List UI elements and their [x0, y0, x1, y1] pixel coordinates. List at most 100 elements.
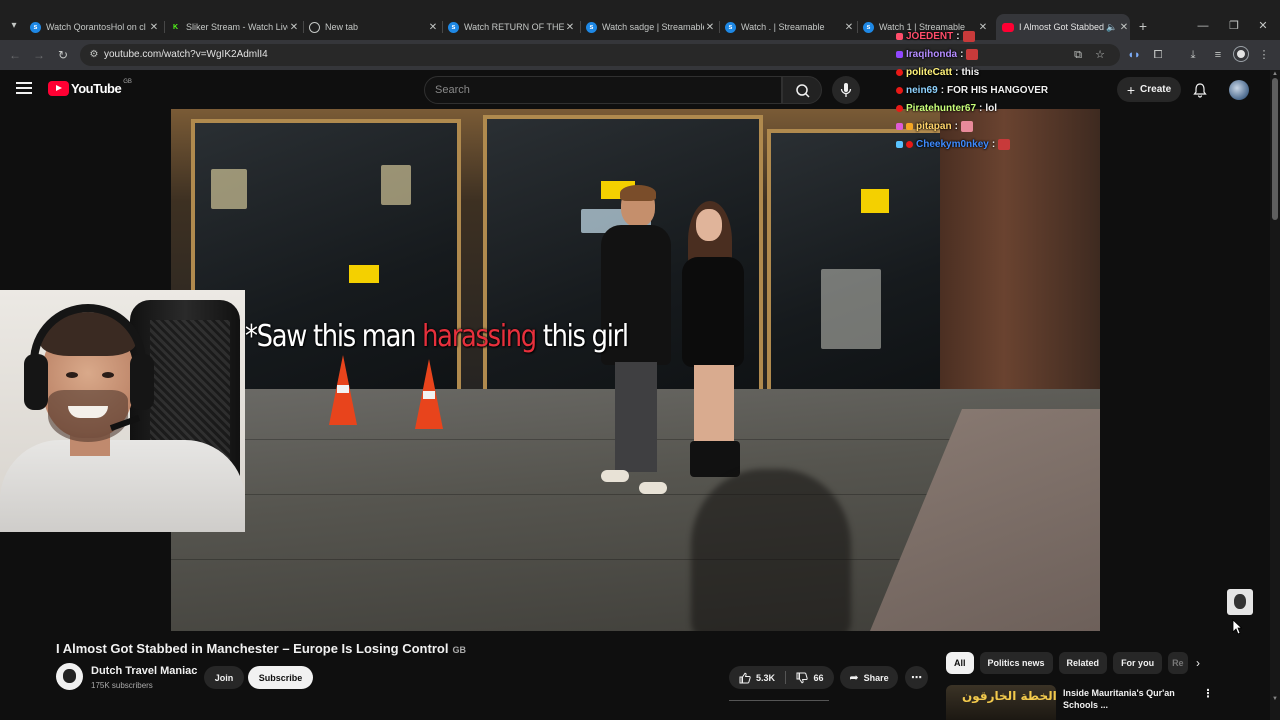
subscribe-button[interactable]: Subscribe [248, 666, 313, 689]
streamer-shirt [0, 440, 245, 532]
url-text[interactable]: youtube.com/watch?v=WgIK2AdmlI4 [104, 49, 268, 60]
create-button[interactable]: + Create [1117, 77, 1181, 102]
share-button[interactable]: ➦ Share [840, 666, 898, 689]
browser-profile-icon[interactable] [1234, 47, 1248, 61]
recommended-video-thumbnail[interactable]: الخطة الخارقون! [946, 685, 1056, 720]
chat-colon: : [979, 102, 983, 114]
caption-text: *Saw this man [245, 319, 423, 354]
thumbs-up-icon [739, 672, 751, 683]
streamer-webcam [0, 290, 245, 532]
chip-partial[interactable]: Re [1168, 652, 1189, 674]
like-button[interactable]: 5.3K [729, 666, 785, 689]
new-tab-button[interactable]: + [1136, 18, 1150, 34]
chat-username: pitapan [916, 120, 952, 132]
close-icon[interactable]: ✕ [704, 22, 716, 33]
floating-avatar-icon[interactable] [1227, 589, 1253, 615]
tab-search-chevron-icon[interactable]: ▾ [6, 18, 22, 34]
browser-tab[interactable]: s Watch RETURN OF THE G ✕ [446, 16, 576, 38]
recommended-video-title[interactable]: Inside Mauritania's Qur'an Schools ... [1063, 687, 1183, 711]
chat-username: Piratehunter67 [906, 102, 977, 114]
browser-tab[interactable]: s Watch . | Streamable ✕ [723, 16, 855, 38]
scroll-up-arrow-icon[interactable]: ▲ [1270, 70, 1280, 78]
browser-tab[interactable]: s Watch sadge | Streamable ✕ [584, 16, 716, 38]
voice-search-button[interactable] [832, 76, 860, 104]
kebab-menu-icon[interactable]: ⋮ [1202, 687, 1214, 701]
man-shoe [639, 482, 667, 494]
chat-text: lol [985, 102, 998, 114]
close-icon[interactable]: ✕ [427, 22, 439, 33]
search-input[interactable]: Search [424, 76, 782, 104]
thumbnail-text: الخطة الخارقون! [962, 689, 1056, 703]
streamable-icon: s [586, 21, 597, 33]
tab-title: Watch . | Streamable [741, 22, 825, 32]
site-info-icon[interactable]: ⚙ [86, 47, 102, 63]
chip-all[interactable]: All [946, 652, 974, 674]
chat-badge-icon [896, 32, 903, 40]
chat-username: Cheekym0nkey [916, 138, 989, 150]
search-button[interactable] [782, 76, 822, 104]
chat-message: nein69 : FOR HIS HANGOVER [896, 82, 1048, 98]
tab-title: Watch QorantosHol on cl [46, 22, 146, 32]
close-icon[interactable]: ✕ [564, 22, 576, 33]
channel-name[interactable]: Dutch Travel Maniac [91, 665, 197, 677]
chat-colon: : [940, 84, 945, 96]
tab-divider [857, 21, 858, 33]
join-button[interactable]: Join [204, 666, 244, 689]
browser-tab[interactable]: New tab ✕ [307, 16, 439, 38]
forward-arrow-icon[interactable]: → [31, 47, 47, 63]
notifications-bell-icon[interactable] [1192, 82, 1208, 98]
chat-username: nein69 [906, 84, 938, 96]
like-count: 5.3K [755, 672, 775, 683]
woman-face [696, 209, 722, 241]
chat-text: this [961, 66, 980, 78]
account-avatar[interactable] [1229, 80, 1249, 100]
streamable-icon: s [725, 21, 736, 33]
search-placeholder: Search [435, 84, 470, 96]
chip-politics-news[interactable]: Politics news [979, 652, 1053, 674]
scrollbar-thumb[interactable] [1272, 78, 1278, 220]
chat-badge-icon [896, 140, 903, 148]
close-icon[interactable]: ✕ [288, 22, 300, 33]
chip-related[interactable]: Related [1058, 652, 1108, 674]
browser-tab[interactable]: s Watch QorantosHol on cl ✕ [28, 16, 160, 38]
chat-message: JOEDENT : [896, 28, 975, 44]
menu-icon[interactable] [16, 82, 32, 96]
close-icon[interactable]: ✕ [843, 22, 855, 33]
streamer-smile [68, 406, 108, 418]
chat-message: Iraqihonda : [896, 46, 979, 62]
dislike-button[interactable]: 66 [786, 666, 834, 689]
minimize-icon[interactable]: — [1196, 18, 1210, 34]
channel-avatar[interactable] [56, 663, 83, 690]
tab-title: Watch sadge | Streamable [602, 22, 704, 32]
restore-icon[interactable]: ❐ [1227, 18, 1241, 34]
extensions-puzzle-icon[interactable]: ⧠ [1150, 47, 1166, 63]
chat-colon: : [956, 30, 960, 42]
chevron-right-icon[interactable]: › [1190, 655, 1206, 671]
close-icon[interactable]: ✕ [148, 22, 160, 33]
chat-emote-icon [962, 30, 975, 42]
chip-for-you[interactable]: For you [1113, 652, 1163, 674]
shop-window [767, 129, 957, 399]
plus-icon: + [1126, 81, 1136, 98]
chat-message: Piratehunter67 : lol [896, 100, 997, 116]
reload-icon[interactable]: ↻ [55, 47, 71, 63]
scroll-down-arrow-icon[interactable]: ▼ [1270, 694, 1280, 704]
tab-title: New tab [325, 22, 359, 32]
audio-extension-icon[interactable]: ◖◗ [1126, 47, 1142, 63]
mouse-pointer-icon [1232, 619, 1242, 635]
browser-menu-icon[interactable]: ⋮ [1256, 47, 1272, 63]
kick-icon: K [170, 21, 181, 33]
youtube-logo[interactable]: YouTube GB [48, 79, 132, 96]
download-icon[interactable]: ⤓ [1185, 47, 1201, 63]
more-actions-button[interactable]: ⋯ [905, 666, 928, 689]
tab-divider [442, 21, 443, 33]
chat-emote-icon [998, 138, 1011, 150]
back-arrow-icon[interactable]: ← [7, 47, 23, 63]
notice-sign [861, 189, 889, 213]
video-player[interactable]: *Saw this man harassing this girl [171, 109, 1100, 631]
chat-message: Cheekym0nkey : [896, 136, 1011, 152]
media-control-icon[interactable]: ≡ [1210, 47, 1226, 63]
country-flag-label: GB [452, 645, 466, 655]
window-close-icon[interactable]: ✕ [1256, 18, 1270, 34]
browser-tab[interactable]: K Sliker Stream - Watch Live ✕ [168, 16, 300, 38]
